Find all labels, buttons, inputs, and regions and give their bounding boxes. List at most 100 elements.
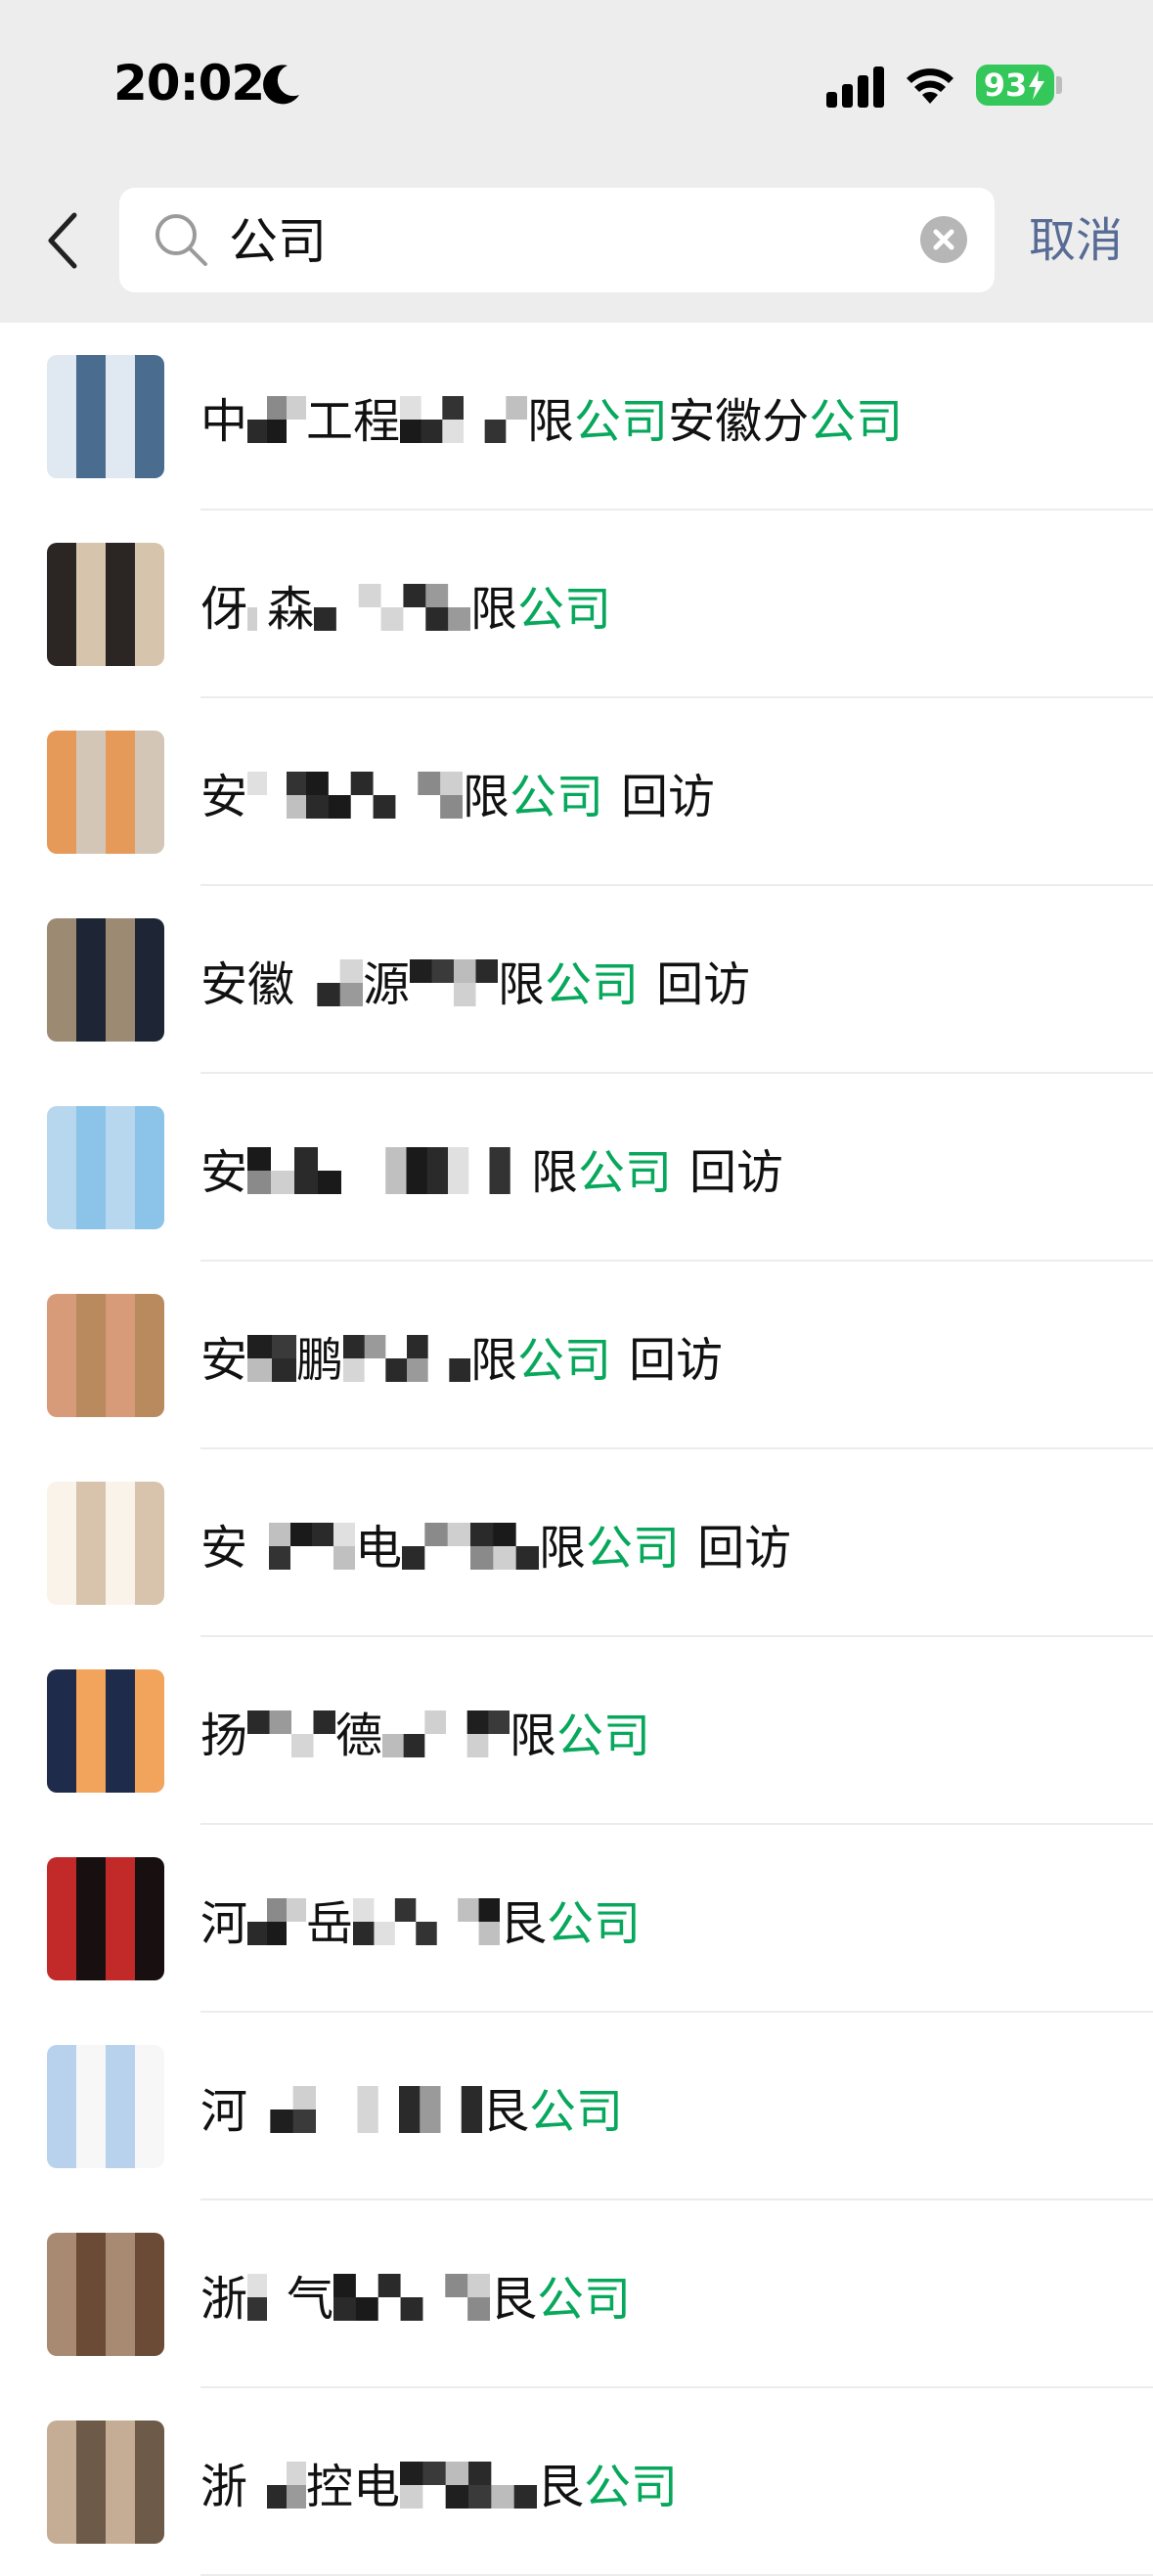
result-prefix: 安: [200, 1145, 248, 1200]
avatar: [47, 1106, 164, 1229]
result-suffix: 回访: [621, 770, 716, 824]
result-middle: 控电: [306, 2460, 401, 2514]
highlight-match: 公司: [517, 582, 612, 637]
redacted-mosaic: [247, 765, 307, 820]
avatar: [47, 731, 164, 854]
avatar: [47, 918, 164, 1042]
redacted-mosaic: [247, 2267, 288, 2322]
wifi-icon: [907, 68, 953, 104]
result-title: 中工程限公司 安徽分 公司: [200, 323, 903, 511]
result-pre-highlight: 限: [539, 1521, 587, 1576]
redacted-mosaic: [306, 765, 464, 820]
result-row[interactable]: 安徽 源 限公司 回访: [0, 886, 1153, 1074]
highlight-match: 公司: [547, 1896, 642, 1951]
clear-icon[interactable]: [919, 215, 968, 264]
result-middle: 源: [363, 957, 411, 1012]
moon-icon: [263, 65, 299, 105]
result-pre-highlight: 限: [531, 1145, 579, 1200]
result-row[interactable]: 伢森 限公司: [0, 511, 1153, 698]
result-pre-highlight: 限: [470, 1333, 518, 1388]
result-row[interactable]: 安 电 限公司 回访: [0, 1449, 1153, 1637]
cancel-button[interactable]: 取消: [1029, 209, 1123, 272]
highlight-match: 公司: [517, 1333, 612, 1388]
redacted-mosaic: [247, 1140, 366, 1195]
result-prefix: 安: [200, 1333, 248, 1388]
redacted-mosaic: [410, 953, 499, 1007]
result-pre-highlight: 限: [470, 582, 518, 637]
result-suffix: 回访: [629, 1333, 724, 1388]
redacted-mosaic: [400, 389, 528, 444]
result-row[interactable]: 浙 控电 艮公司: [0, 2388, 1153, 2576]
result-title: 安徽 源 限公司 回访: [200, 886, 750, 1074]
result-title: 浙气 艮公司: [200, 2200, 631, 2388]
avatar: [47, 2045, 164, 2168]
redacted-mosaic: [400, 2455, 538, 2509]
result-pre-highlight: 限: [510, 1709, 557, 1763]
redacted-mosaic: [247, 577, 268, 632]
result-suffix: 回访: [656, 957, 751, 1012]
result-prefix: 安: [200, 1521, 248, 1576]
highlight-match: 公司: [510, 770, 604, 824]
result-prefix: 伢: [200, 582, 248, 637]
result-row[interactable]: 河 岳 艮公司: [0, 1825, 1153, 2013]
redacted-mosaic: [382, 1704, 510, 1758]
result-row[interactable]: 浙气 艮公司: [0, 2200, 1153, 2388]
result-suffix: 回访: [697, 1521, 792, 1576]
result-row[interactable]: 扬 德 限公司: [0, 1637, 1153, 1825]
result-row[interactable]: 安鹏 限公司 回访: [0, 1262, 1153, 1449]
avatar: [47, 355, 164, 478]
result-prefix: 河: [200, 1896, 248, 1951]
result-middle: 德: [335, 1709, 383, 1763]
redacted-mosaic: [314, 577, 471, 632]
result-row[interactable]: 安 限公司 回访: [0, 698, 1153, 886]
result-pre-highlight: 艮: [500, 1896, 548, 1951]
result-pre-highlight: 艮: [482, 2084, 530, 2139]
result-prefix: 浙: [200, 2460, 248, 2514]
result-middle: 鹏: [296, 1333, 344, 1388]
avatar: [47, 1294, 164, 1417]
result-middle: 工程: [306, 394, 401, 449]
redacted-mosaic: [353, 1891, 501, 1946]
highlight-match: 公司: [556, 1709, 651, 1763]
avatar: [47, 2421, 164, 2544]
result-post: 安徽分: [668, 394, 810, 449]
redacted-mosaic: [247, 389, 307, 444]
result-title: 安 限公司 回访: [200, 698, 715, 886]
search-input[interactable]: [227, 201, 896, 282]
avatar: [47, 2233, 164, 2356]
highlight-match: 公司: [586, 1521, 681, 1576]
redacted-mosaic: [365, 1140, 532, 1195]
redacted-mosaic: [333, 2267, 491, 2322]
result-prefix: 安徽: [200, 957, 295, 1012]
redacted-mosaic: [343, 1328, 471, 1383]
result-row[interactable]: 安 限公司 回访: [0, 1074, 1153, 1262]
highlight-match: 公司: [537, 2272, 632, 2327]
redacted-mosaic: [247, 2455, 307, 2509]
result-title: 扬 德 限公司: [200, 1637, 650, 1825]
avatar: [47, 1669, 164, 1793]
result-middle: 电: [355, 1521, 403, 1576]
battery-indicator: 93: [976, 65, 1054, 106]
result-prefix: 扬: [200, 1709, 248, 1763]
redacted-mosaic: [402, 1516, 540, 1571]
redacted-mosaic: [294, 953, 364, 1007]
top-bar: 20:02 93 取消: [0, 0, 1153, 323]
avatar: [47, 543, 164, 666]
result-row[interactable]: 河 艮公司: [0, 2013, 1153, 2200]
result-pre-highlight: 限: [463, 770, 510, 824]
result-title: 安鹏 限公司 回访: [200, 1262, 723, 1449]
back-arrow-icon[interactable]: [39, 205, 90, 276]
battery-level: 93: [983, 67, 1028, 104]
result-title: 浙 控电 艮公司: [200, 2388, 678, 2576]
charging-bolt-icon: [1029, 70, 1045, 100]
result-middle: 岳: [306, 1896, 354, 1951]
signal-icon: [826, 67, 884, 108]
result-pre-highlight: 艮: [490, 2272, 538, 2327]
result-prefix: 安: [200, 770, 248, 824]
search-box[interactable]: [119, 188, 995, 292]
battery-cap: [1056, 76, 1062, 94]
result-title: 安 电 限公司 回访: [200, 1449, 791, 1637]
result-row[interactable]: 中工程限公司 安徽分 公司: [0, 323, 1153, 511]
redacted-mosaic: [247, 2079, 317, 2134]
result-prefix: 河: [200, 2084, 248, 2139]
